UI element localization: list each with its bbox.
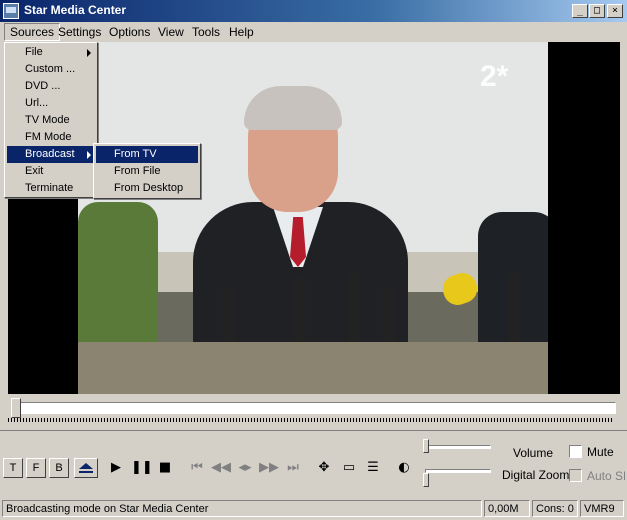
mute-checkbox[interactable] bbox=[569, 445, 582, 458]
menu-sources[interactable]: Sources bbox=[4, 23, 61, 41]
minimize-button[interactable]: _ bbox=[572, 4, 588, 18]
menu-item-label: Custom ... bbox=[25, 63, 76, 75]
menu-item-label: From Desktop bbox=[114, 182, 184, 194]
eject-icon bbox=[79, 463, 93, 473]
menu-item-label: Broadcast bbox=[25, 148, 75, 160]
status-size: 0,00M bbox=[484, 500, 530, 517]
menu-item-label: File bbox=[25, 46, 43, 58]
digital-zoom-label: Digital Zoom bbox=[502, 468, 570, 482]
menu-item-url[interactable]: Url... bbox=[7, 95, 95, 112]
menu-item-label: FM Mode bbox=[25, 131, 72, 143]
scene-speaker-hair bbox=[244, 86, 342, 130]
menu-item-from-tv[interactable]: From TV bbox=[96, 146, 198, 163]
seek-track[interactable] bbox=[12, 402, 616, 414]
menu-item-label: From TV bbox=[114, 148, 157, 160]
menu-item-custom[interactable]: Custom ... bbox=[7, 61, 95, 78]
maximize-button[interactable]: □ bbox=[589, 4, 605, 18]
eject-button[interactable] bbox=[74, 458, 98, 478]
status-connections: Cons: 0 bbox=[532, 500, 578, 517]
video-frame: 2* bbox=[78, 42, 548, 394]
video-display[interactable]: 2* bbox=[8, 42, 620, 394]
menu-item-label: TV Mode bbox=[25, 114, 70, 126]
step-icon[interactable]: ◂▸ bbox=[235, 458, 255, 478]
seek-bar[interactable] bbox=[8, 398, 620, 418]
zoom-slider-track[interactable] bbox=[425, 469, 491, 473]
channel-logo: 2* bbox=[480, 60, 509, 93]
skip-end-icon[interactable]: ⏭ bbox=[283, 458, 303, 478]
playlist-icon[interactable]: ☰ bbox=[363, 458, 383, 478]
menu-item-dvd[interactable]: DVD ... bbox=[7, 78, 95, 95]
menu-item-tv-mode[interactable]: TV Mode bbox=[7, 112, 95, 129]
volume-slider-thumb[interactable] bbox=[423, 439, 429, 453]
status-bar: Broadcasting mode on Star Media Center 0… bbox=[0, 498, 627, 520]
play-icon[interactable]: ▶ bbox=[106, 458, 126, 478]
submenu-arrow-icon bbox=[87, 49, 91, 57]
brightness-contrast-icon[interactable]: ◐ bbox=[394, 458, 414, 478]
volume-slider-track[interactable] bbox=[425, 445, 491, 449]
menu-item-label: Url... bbox=[25, 97, 49, 109]
rewind-icon[interactable]: ◀◀ bbox=[211, 458, 231, 478]
scene-table bbox=[78, 342, 548, 394]
tv-mode-button[interactable]: T bbox=[3, 458, 23, 478]
menu-item-from-desktop[interactable]: From Desktop bbox=[96, 180, 198, 197]
monitor-icon[interactable]: ▭ bbox=[339, 458, 359, 478]
menu-item-file[interactable]: File bbox=[7, 44, 95, 61]
menu-item-label: Exit bbox=[25, 165, 44, 177]
menu-item-exit[interactable]: Exit bbox=[7, 163, 95, 180]
broadcast-mode-button[interactable]: B bbox=[49, 458, 69, 478]
menu-item-label: From File bbox=[114, 165, 161, 177]
volume-label: Volume bbox=[513, 446, 554, 460]
file-mode-button[interactable]: F bbox=[26, 458, 46, 478]
menu-settings[interactable]: Settings bbox=[53, 24, 106, 40]
menu-bar: Sources Settings Options View Tools Help bbox=[0, 22, 627, 42]
menu-item-label: Terminate bbox=[25, 182, 74, 194]
menu-options[interactable]: Options bbox=[104, 24, 155, 40]
seek-thumb[interactable] bbox=[11, 398, 21, 418]
menu-item-fm-mode[interactable]: FM Mode bbox=[7, 129, 95, 146]
submenu-arrow-icon bbox=[87, 151, 91, 159]
zoom-slider-thumb[interactable] bbox=[423, 473, 429, 487]
fast-forward-icon[interactable]: ▶▶ bbox=[259, 458, 279, 478]
menu-item-label: DVD ... bbox=[25, 80, 61, 92]
status-message: Broadcasting mode on Star Media Center bbox=[2, 500, 482, 517]
auto-sd-checkbox[interactable] bbox=[569, 469, 582, 482]
menu-view[interactable]: View bbox=[153, 24, 189, 40]
mute-label: Mute bbox=[587, 445, 614, 459]
title-bar: Star Media Center _ □ × bbox=[0, 0, 627, 22]
menu-item-broadcast[interactable]: Broadcast bbox=[7, 146, 95, 163]
window-title: Star Media Center bbox=[24, 3, 127, 17]
auto-sd-label: Auto SD bbox=[587, 469, 625, 483]
menu-help[interactable]: Help bbox=[224, 24, 259, 40]
menu-tools[interactable]: Tools bbox=[187, 24, 225, 40]
pause-icon[interactable]: ❚❚ bbox=[131, 458, 153, 478]
menu-item-from-file[interactable]: From File bbox=[96, 163, 198, 180]
menu-item-terminate[interactable]: Terminate bbox=[7, 180, 95, 197]
close-button[interactable]: × bbox=[607, 4, 623, 18]
sources-menu: File Custom ... DVD ... Url... TV Mode F… bbox=[4, 42, 98, 198]
skip-start-icon[interactable]: ⏮ bbox=[187, 458, 207, 478]
app-icon[interactable] bbox=[3, 3, 19, 19]
control-panel: T F B ▶ ❚❚ ■ ⏮ ◀◀ ◂▸ ▶▶ ⏭ ✥ ▭ ☰ ◐ Volume… bbox=[0, 430, 627, 495]
stop-icon[interactable]: ■ bbox=[155, 458, 175, 478]
status-renderer: VMR9 bbox=[580, 500, 624, 517]
seek-ticks bbox=[8, 418, 612, 422]
broadcast-submenu: From TV From File From Desktop bbox=[93, 143, 201, 199]
move-icon[interactable]: ✥ bbox=[314, 458, 334, 478]
